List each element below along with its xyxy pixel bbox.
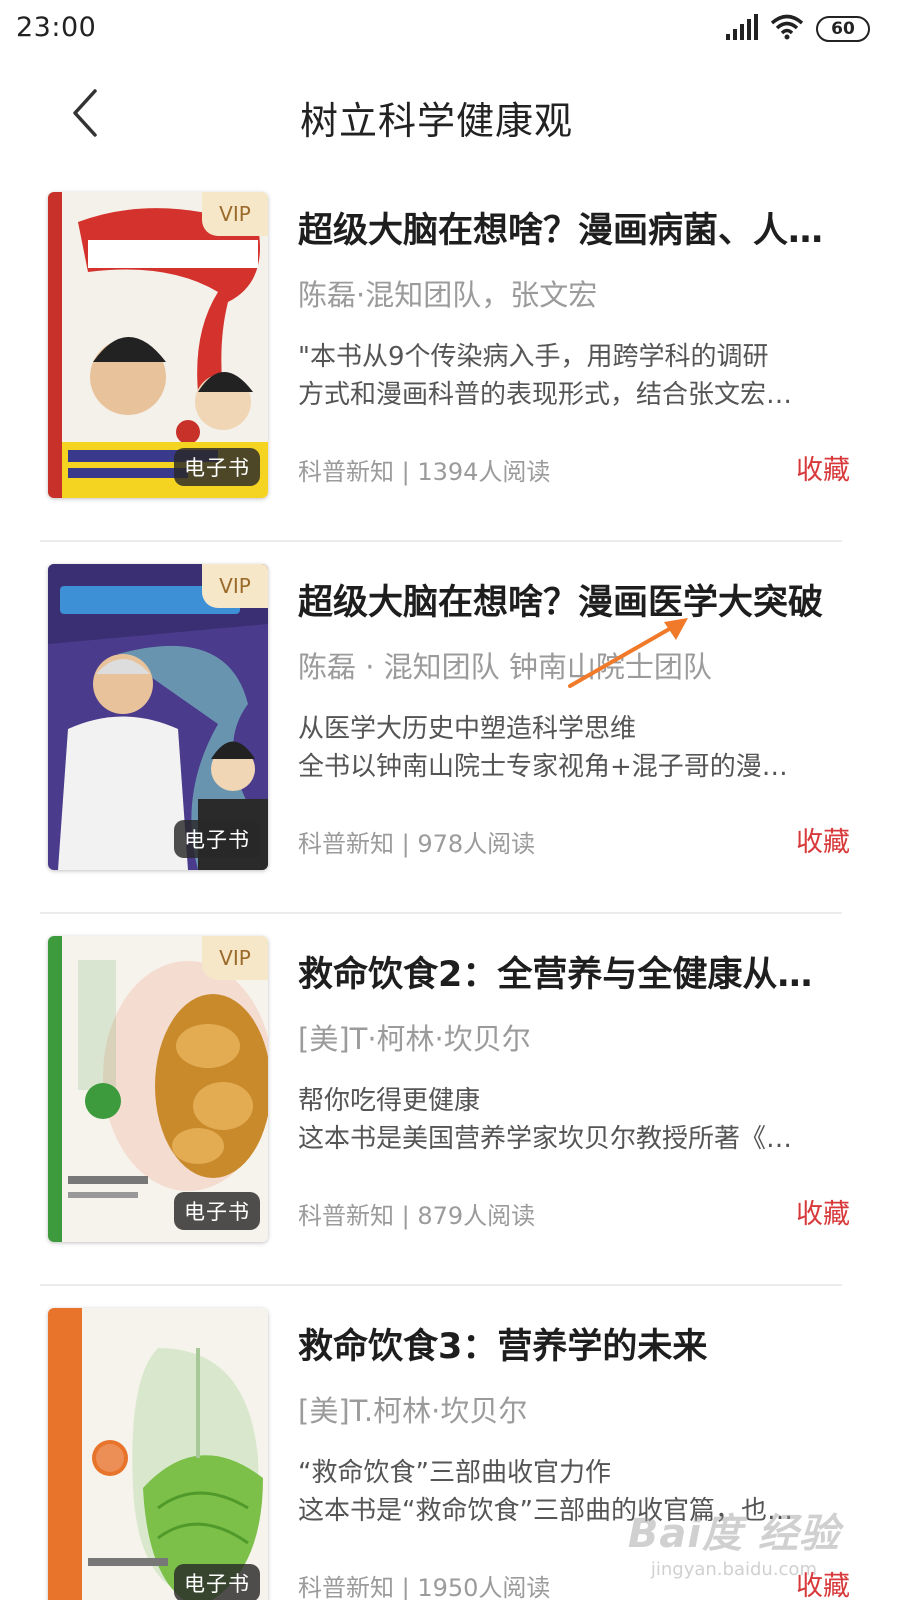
watermark: Bai度 经验 jingyan.baidu.com xyxy=(628,1501,840,1580)
book-cover[interactable]: 电子书 xyxy=(48,1308,268,1600)
favorite-button[interactable]: 收藏 xyxy=(796,820,850,859)
nav-bar: 树立科学健康观 xyxy=(0,60,900,170)
book-description-line: 方式和漫画科普的表现形式，结合张文宏… xyxy=(298,380,793,410)
book-author: 陈磊·混知团队，张文宏 xyxy=(298,278,598,312)
chevron-left-icon xyxy=(70,88,100,142)
book-description-line: “救命饮食”三部曲收官力作 xyxy=(298,1458,611,1488)
book-description-line: "本书从9个传染病入手，用跨学科的调研 xyxy=(298,342,769,372)
status-bar: 23:00 60 xyxy=(0,0,900,60)
book-description: 从医学大历史中塑造科学思维 全书以钟南山院士专家视角+混子哥的漫… xyxy=(298,710,850,786)
vip-badge: VIP xyxy=(202,564,268,608)
book-meta: 科普新知 | 978人阅读 xyxy=(298,830,536,858)
book-item[interactable]: VIP 电子书 超级大脑在想啥？漫画医学大突破 陈磊 · 混知团队 钟南山院士团… xyxy=(40,542,850,914)
page-title: 树立科学健康观 xyxy=(300,99,574,143)
back-button[interactable] xyxy=(55,85,115,145)
book-description-line: 这本书是美国营养学家坎贝尔教授所著《… xyxy=(298,1124,793,1154)
book-meta: 科普新知 | 1950人阅读 xyxy=(298,1574,551,1600)
book-cover[interactable]: VIP 电子书 xyxy=(48,564,268,870)
favorite-button[interactable]: 收藏 xyxy=(796,1192,850,1231)
status-icons: 60 xyxy=(726,14,870,44)
book-meta: 科普新知 | 1394人阅读 xyxy=(298,458,551,486)
watermark-logo: Bai度 经验 xyxy=(627,1511,840,1557)
signal-icon xyxy=(726,14,758,44)
book-title[interactable]: 救命饮食3：营养学的未来 xyxy=(298,1318,850,1369)
vip-badge: VIP xyxy=(202,192,268,236)
book-description-line: 帮你吃得更健康 xyxy=(298,1086,481,1116)
book-author: [美]T·柯林·坎贝尔 xyxy=(298,1022,531,1056)
ebook-tag: 电子书 xyxy=(174,1564,260,1600)
book-description: 帮你吃得更健康 这本书是美国营养学家坎贝尔教授所著《… xyxy=(298,1082,850,1158)
book-meta: 科普新知 | 879人阅读 xyxy=(298,1202,536,1230)
book-item[interactable]: VIP 电子书 超级大脑在想啥？漫画病菌、人… 陈磊·混知团队，张文宏 "本书从… xyxy=(40,170,850,542)
vip-badge: VIP xyxy=(202,936,268,980)
favorite-button[interactable]: 收藏 xyxy=(796,448,850,487)
book-cover[interactable]: VIP 电子书 xyxy=(48,936,268,1242)
book-list: VIP 电子书 超级大脑在想啥？漫画病菌、人… 陈磊·混知团队，张文宏 "本书从… xyxy=(0,170,900,1600)
battery-icon: 60 xyxy=(816,16,870,42)
ebook-tag: 电子书 xyxy=(174,1192,260,1230)
book-description-line: 全书以钟南山院士专家视角+混子哥的漫… xyxy=(298,752,788,782)
book-title[interactable]: 救命饮食2：全营养与全健康从… xyxy=(298,946,850,997)
status-time: 23:00 xyxy=(16,12,97,43)
ebook-tag: 电子书 xyxy=(174,448,260,486)
book-title[interactable]: 超级大脑在想啥？漫画病菌、人… xyxy=(298,202,850,253)
book-description: "本书从9个传染病入手，用跨学科的调研 方式和漫画科普的表现形式，结合张文宏… xyxy=(298,338,850,414)
book-description-line: 从医学大历史中塑造科学思维 xyxy=(298,714,637,744)
ebook-tag: 电子书 xyxy=(174,820,260,858)
book-item[interactable]: VIP 电子书 救命饮食2：全营养与全健康从… [美]T·柯林·坎贝尔 帮你吃得… xyxy=(40,914,850,1286)
book-author: [美]T.柯林·坎贝尔 xyxy=(298,1394,528,1428)
annotation-arrow-icon xyxy=(560,612,700,696)
watermark-url: jingyan.baidu.com xyxy=(650,1559,817,1580)
book-cover[interactable]: VIP 电子书 xyxy=(48,192,268,498)
wifi-icon xyxy=(770,14,804,44)
